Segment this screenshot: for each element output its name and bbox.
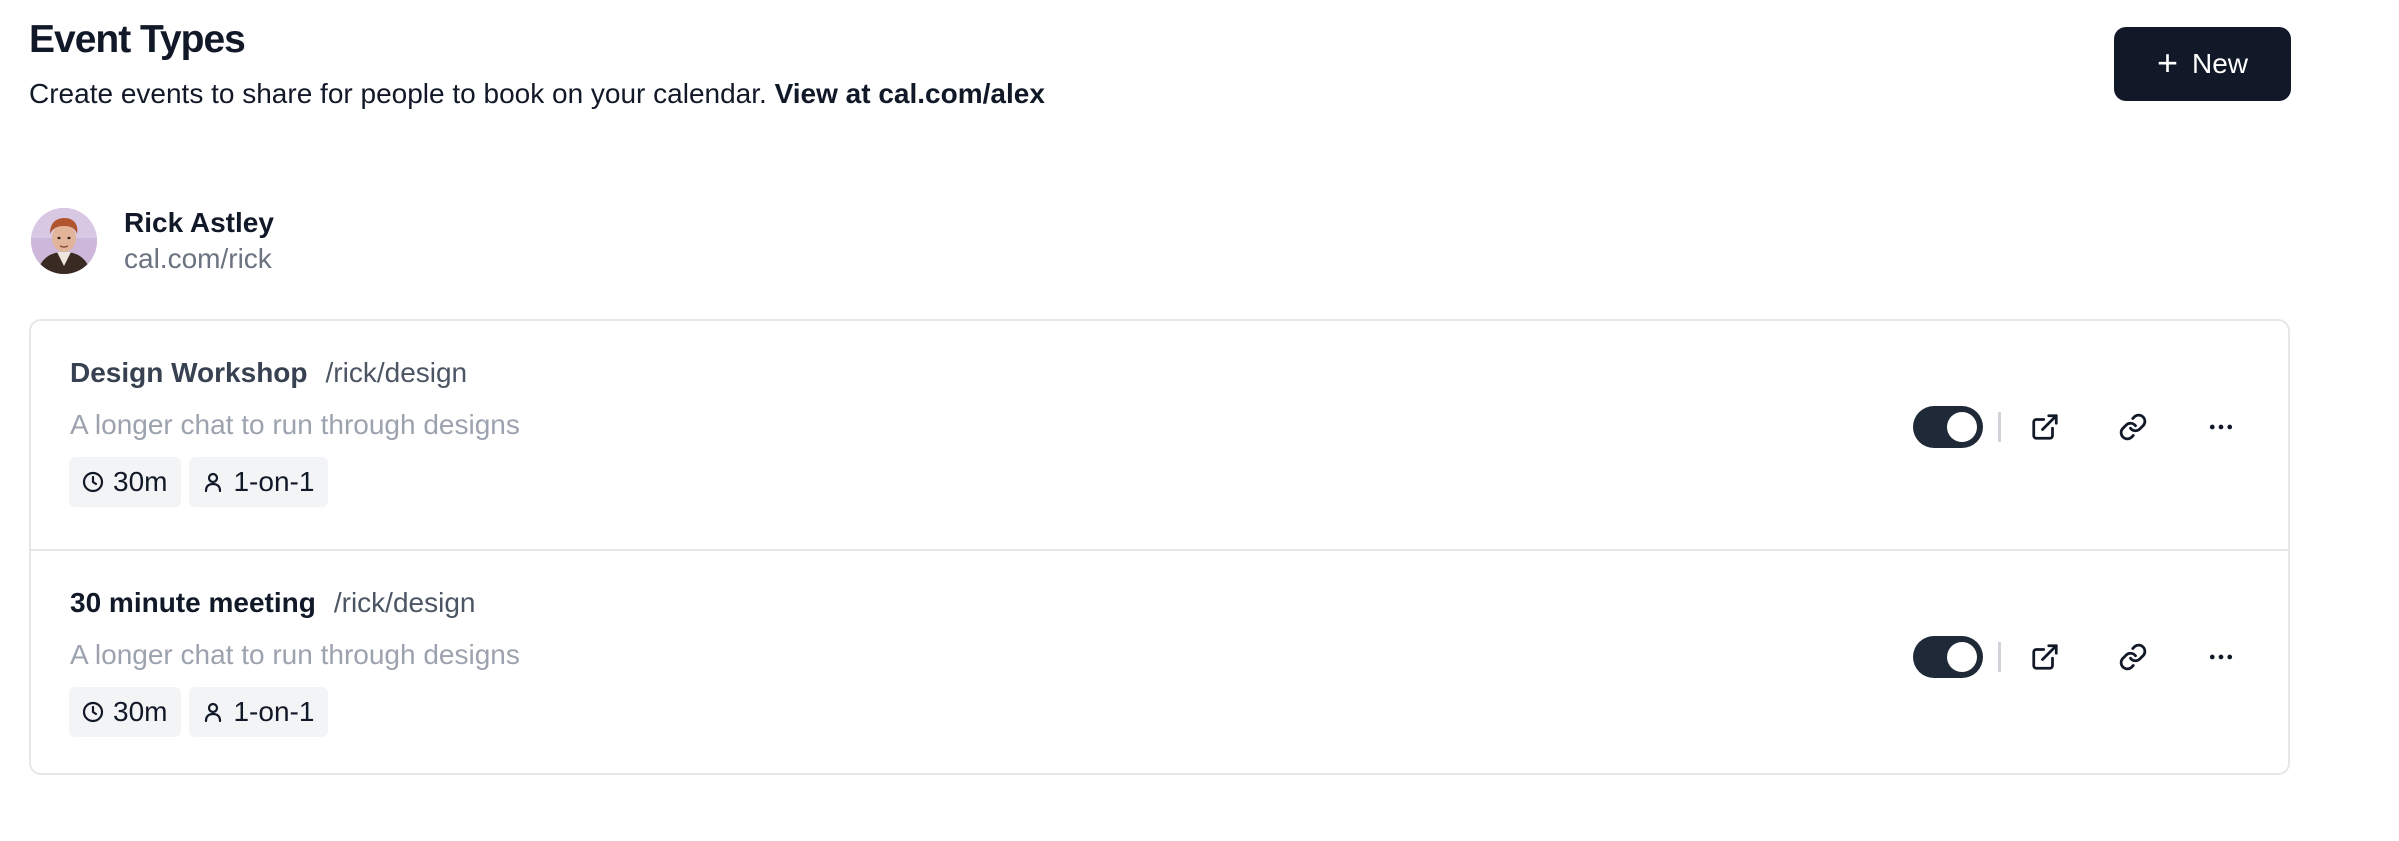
- plus-icon: +: [2156, 41, 2178, 83]
- event-enabled-toggle[interactable]: [1913, 406, 1983, 448]
- duration-label: 30m: [113, 696, 168, 727]
- subtitle-text: Create events to share for people to boo…: [29, 78, 767, 109]
- event-title-line: Design Workshop /rick/design: [70, 357, 467, 389]
- link-icon: [2119, 643, 2147, 671]
- event-types-page: Event Types Create events to share for p…: [0, 0, 2399, 841]
- profile-url: cal.com/rick: [124, 243, 272, 274]
- event-actions: [1913, 403, 2245, 451]
- copy-link-button[interactable]: [2109, 403, 2157, 451]
- event-type-row[interactable]: 30 minute meeting /rick/design A longer …: [31, 549, 2288, 773]
- event-description: A longer chat to run through designs: [70, 409, 520, 440]
- link-icon: [2119, 413, 2147, 441]
- page-title: Event Types: [29, 18, 246, 61]
- avatar: [31, 208, 97, 274]
- avatar-image: [31, 208, 97, 274]
- type-label: 1-on-1: [233, 696, 315, 727]
- toggle-knob: [1947, 412, 1977, 442]
- user-icon: [205, 702, 222, 723]
- event-slug: /rick/design: [325, 357, 468, 388]
- profile-name: Rick Astley: [124, 207, 274, 238]
- more-horizontal-icon: [2209, 654, 2233, 660]
- event-type-row[interactable]: Design Workshop /rick/design A longer ch…: [31, 321, 2288, 549]
- external-link-icon: [2032, 644, 2058, 670]
- more-horizontal-icon: [2209, 424, 2233, 430]
- event-actions: [1913, 633, 2245, 681]
- actions-divider: [1998, 642, 2001, 672]
- clock-icon: [82, 471, 104, 493]
- preview-button[interactable]: [2021, 633, 2069, 681]
- toggle-knob: [1947, 642, 1977, 672]
- more-options-button[interactable]: [2197, 403, 2245, 451]
- new-button-label: New: [2192, 48, 2249, 79]
- actions-divider: [1998, 412, 2001, 442]
- event-description: A longer chat to run through designs: [70, 639, 520, 670]
- type-badge: 1-on-1: [189, 687, 329, 737]
- new-event-type-button[interactable]: + New: [2114, 27, 2291, 101]
- type-badge: 1-on-1: [189, 457, 329, 507]
- external-link-icon: [2032, 414, 2058, 440]
- page-subtitle: Create events to share for people to boo…: [29, 76, 1045, 112]
- profile-group-header: Rick Astley cal.com/rick: [31, 205, 274, 277]
- event-slug: /rick/design: [333, 587, 476, 618]
- copy-link-button[interactable]: [2109, 633, 2157, 681]
- event-title: Design Workshop: [70, 357, 308, 388]
- duration-badge: 30m: [69, 457, 182, 507]
- event-badges: 30m 1-on-1: [69, 687, 329, 737]
- event-title: 30 minute meeting: [70, 587, 316, 618]
- event-badges: 30m 1-on-1: [69, 457, 329, 507]
- event-enabled-toggle[interactable]: [1913, 636, 1983, 678]
- duration-badge: 30m: [69, 687, 182, 737]
- event-types-list: Design Workshop /rick/design A longer ch…: [29, 319, 2290, 775]
- user-icon: [205, 472, 222, 493]
- preview-button[interactable]: [2021, 403, 2069, 451]
- page-header: Event Types Create events to share for p…: [29, 14, 1045, 112]
- duration-label: 30m: [113, 466, 168, 497]
- clock-icon: [82, 701, 104, 723]
- event-title-line: 30 minute meeting /rick/design: [70, 587, 475, 619]
- profile-text: Rick Astley cal.com/rick: [124, 205, 274, 277]
- type-label: 1-on-1: [233, 466, 315, 497]
- more-options-button[interactable]: [2197, 633, 2245, 681]
- view-public-page-link[interactable]: View at cal.com/alex: [775, 78, 1045, 109]
